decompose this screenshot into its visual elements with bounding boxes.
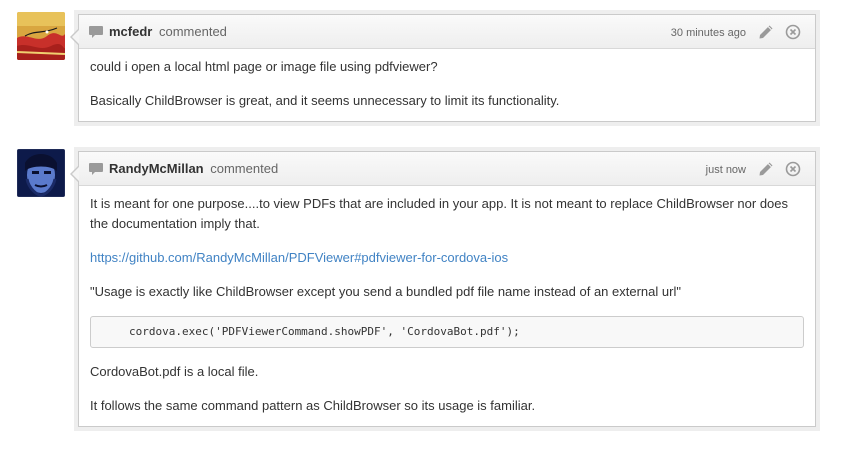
comment-action-label: commented: [158, 24, 227, 39]
comment-header: mcfedr commented 30 minutes ago: [79, 15, 815, 49]
comment-paragraph: https://github.com/RandyMcMillan/PDFView…: [90, 248, 804, 268]
comment-paragraph: CordovaBot.pdf is a local file.: [90, 364, 259, 379]
comment-header: RandyMcMillan commented just now: [79, 152, 815, 186]
comment-timestamp[interactable]: just now: [706, 164, 746, 176]
pdfviewer-repo-link[interactable]: https://github.com/RandyMcMillan/PDFView…: [90, 250, 508, 265]
comment-paragraph: It is meant for one purpose....to view P…: [90, 196, 789, 231]
comment-actions: 30 minutes ago: [671, 24, 801, 40]
pencil-icon[interactable]: [758, 24, 774, 40]
close-circle-icon[interactable]: [785, 161, 801, 177]
pencil-icon[interactable]: [758, 161, 774, 177]
author-link[interactable]: mcfedr: [109, 24, 152, 39]
comment-paragraph: It follows the same command pattern as C…: [90, 398, 536, 413]
avatar-image: [17, 12, 65, 60]
comment-paragraph: Basically ChildBrowser is great, and it …: [90, 93, 560, 108]
speech-bubble-icon: [89, 26, 103, 38]
comment-paragraph: "Usage is exactly like ChildBrowser exce…: [90, 284, 681, 299]
comment-author-line: RandyMcMillan commented: [109, 161, 278, 176]
comment-author-line: mcfedr commented: [109, 24, 227, 39]
comment-body: could i open a local html page or image …: [79, 49, 815, 121]
speech-bubble-icon: [89, 163, 103, 175]
author-link[interactable]: RandyMcMillan: [109, 161, 204, 176]
code-block: cordova.exec('PDFViewerCommand.showPDF',…: [90, 316, 804, 348]
avatar-image: [17, 149, 65, 197]
comment-paragraph: could i open a local html page or image …: [90, 59, 438, 74]
close-circle-icon[interactable]: [785, 24, 801, 40]
comment-action-label: commented: [210, 161, 279, 176]
comment-timestamp[interactable]: 30 minutes ago: [671, 27, 746, 39]
comment-mcfedr: mcfedr commented 30 minutes ago could i …: [70, 14, 816, 122]
comment-actions: just now: [706, 161, 801, 177]
comment-randymcmillan: RandyMcMillan commented just now It is m…: [70, 151, 816, 427]
avatar-mcfedr[interactable]: [17, 12, 65, 60]
comment-body: It is meant for one purpose....to view P…: [79, 186, 815, 426]
avatar-randymcmillan[interactable]: [17, 149, 65, 197]
